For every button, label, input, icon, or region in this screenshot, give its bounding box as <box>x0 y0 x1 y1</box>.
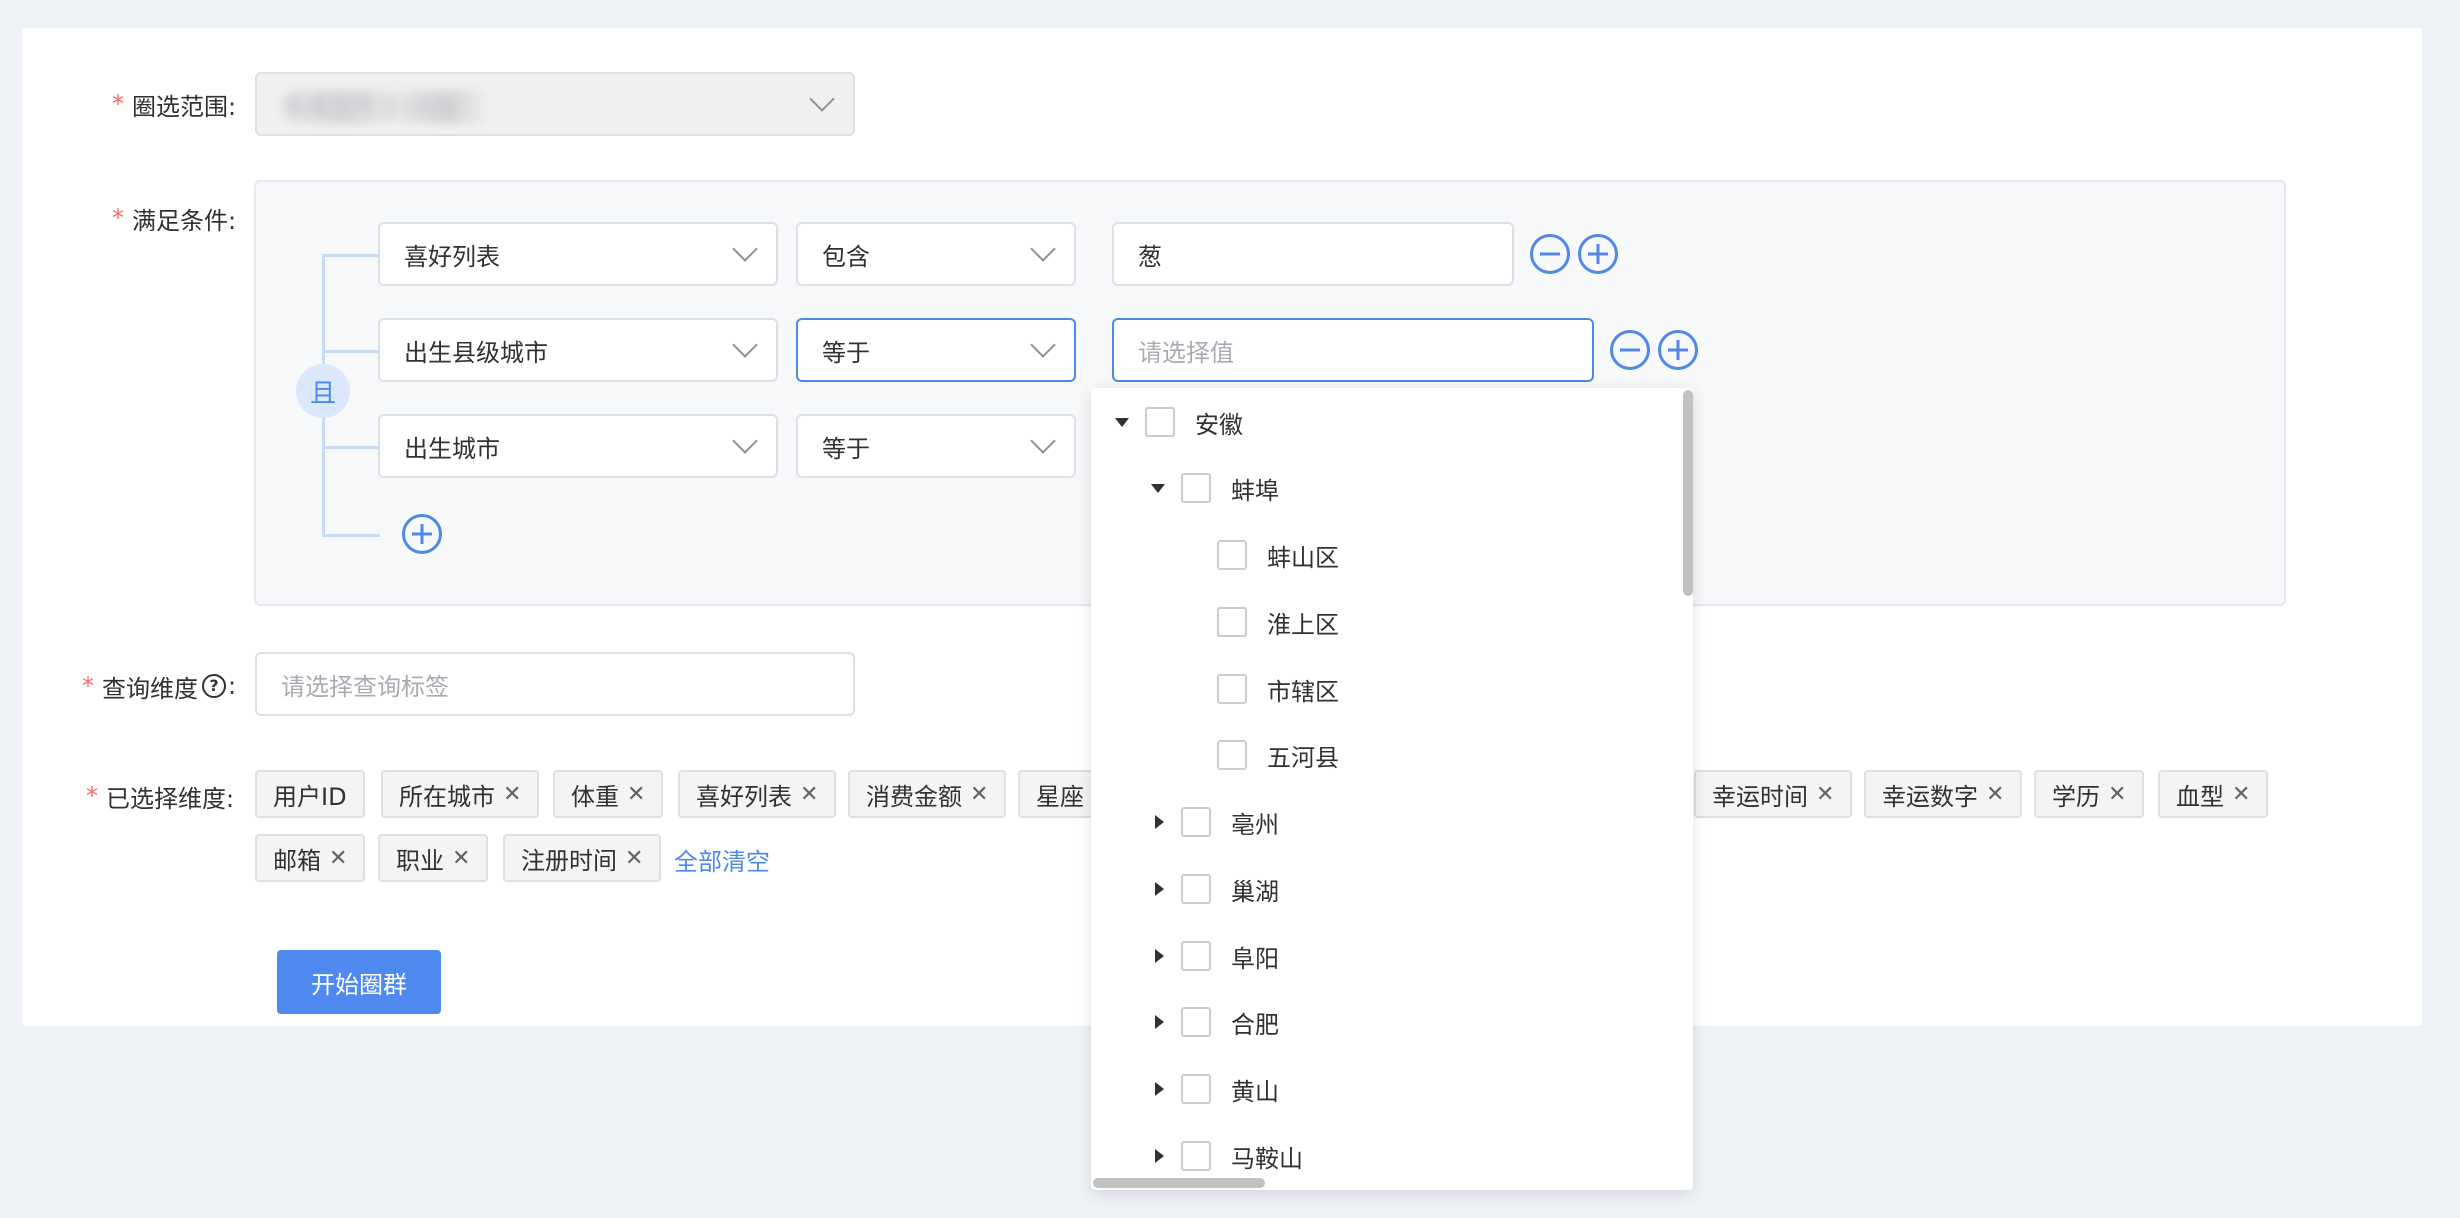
close-icon[interactable]: ✕ <box>2108 782 2126 807</box>
checkbox[interactable] <box>1217 540 1247 570</box>
caret-down-icon[interactable] <box>1147 476 1171 500</box>
scope-select[interactable]: 普通文件 0.OOV <box>255 72 855 136</box>
tree-branch-line <box>322 534 380 537</box>
logic-and-badge[interactable]: 且 <box>296 364 350 418</box>
checkbox[interactable] <box>1217 740 1247 770</box>
tree-node-province[interactable]: 安徽 <box>1111 402 1243 442</box>
vertical-scrollbar[interactable] <box>1683 390 1693 596</box>
condition-field-select[interactable]: 出生城市 <box>378 414 778 478</box>
tree-node-city[interactable]: 合肥 <box>1147 1002 1279 1042</box>
checkbox[interactable] <box>1181 807 1211 837</box>
condition-operator-select[interactable]: 等于 <box>796 414 1076 478</box>
remove-condition-button[interactable] <box>1610 330 1650 370</box>
checkbox[interactable] <box>1181 1141 1211 1171</box>
chevron-down-icon <box>732 236 758 262</box>
condition-operator-select[interactable]: 等于 <box>796 318 1076 382</box>
caret-right-icon[interactable] <box>1147 877 1171 901</box>
chevron-down-icon <box>809 86 835 112</box>
tree-node-city[interactable]: 蚌埠 <box>1147 468 1279 508</box>
dimension-tag: 血型 ✕ <box>2158 770 2269 818</box>
caret-right-icon[interactable] <box>1147 1010 1171 1034</box>
close-icon[interactable]: ✕ <box>970 782 988 807</box>
dimension-tag: 学历 ✕ <box>2034 770 2145 818</box>
query-dimension-select[interactable]: 请选择查询标签 <box>255 652 855 716</box>
question-icon[interactable]: ? <box>202 674 226 698</box>
close-icon[interactable]: ✕ <box>1986 782 2004 807</box>
remove-condition-button[interactable] <box>1530 234 1570 274</box>
chevron-down-icon <box>1030 332 1056 358</box>
checkbox[interactable] <box>1145 407 1175 437</box>
close-icon[interactable]: ✕ <box>503 782 521 807</box>
tree-node-city[interactable]: 巢湖 <box>1147 869 1279 909</box>
chevron-down-icon <box>732 428 758 454</box>
checkbox[interactable] <box>1217 674 1247 704</box>
tree-node-city[interactable]: 阜阳 <box>1147 936 1279 976</box>
close-icon[interactable]: ✕ <box>329 846 347 871</box>
close-icon[interactable]: ✕ <box>627 782 645 807</box>
close-icon[interactable]: ✕ <box>625 846 643 871</box>
tree-branch-line <box>322 446 380 449</box>
condition-value-input[interactable]: 请选择值 <box>1112 318 1594 382</box>
caret-right-icon[interactable] <box>1147 810 1171 834</box>
checkbox[interactable] <box>1181 874 1211 904</box>
condition-field-select[interactable]: 出生县级城市 <box>378 318 778 382</box>
tree-branch-line <box>322 350 380 353</box>
condition-operator-select[interactable]: 包含 <box>796 222 1076 286</box>
close-icon[interactable]: ✕ <box>2232 782 2250 807</box>
dimension-tag: 注册时间 ✕ <box>503 834 662 882</box>
clear-all-link[interactable]: 全部清空 <box>674 842 770 877</box>
add-condition-row-button[interactable] <box>402 514 442 554</box>
add-condition-button[interactable] <box>1578 234 1618 274</box>
selected-dimension-label: * 已选择维度: <box>86 782 235 813</box>
chevron-down-icon <box>732 332 758 358</box>
dimension-tag: 职业 ✕ <box>378 834 489 882</box>
dimension-tag: 用户ID <box>255 770 365 818</box>
tree-node-city[interactable]: 黄山 <box>1147 1069 1279 1109</box>
chevron-down-icon <box>1030 428 1056 454</box>
checkbox[interactable] <box>1181 473 1211 503</box>
tree-node-city[interactable]: 亳州 <box>1147 802 1279 842</box>
scope-label: * 圈选范围: <box>112 90 237 121</box>
dimension-tag: 幸运时间 ✕ <box>1694 770 1853 818</box>
caret-down-icon[interactable] <box>1111 410 1135 434</box>
condition-value-input[interactable]: 葱 <box>1112 222 1514 286</box>
chevron-down-icon <box>1030 236 1056 262</box>
condition-field-select[interactable]: 喜好列表 <box>378 222 778 286</box>
tree-node-district[interactable]: 五河县 <box>1183 735 1339 775</box>
dimension-tag: 消费金额 ✕ <box>848 770 1007 818</box>
close-icon[interactable]: ✕ <box>1816 782 1834 807</box>
dimension-tag: 体重 ✕ <box>553 770 664 818</box>
dimension-tag: 邮箱 ✕ <box>255 834 366 882</box>
close-icon[interactable]: ✕ <box>800 782 818 807</box>
tree-node-district[interactable]: 蚌山区 <box>1183 535 1339 575</box>
caret-right-icon[interactable] <box>1147 1077 1171 1101</box>
tree-node-district[interactable]: 市辖区 <box>1183 669 1339 709</box>
add-condition-button[interactable] <box>1658 330 1698 370</box>
dimension-tag: 喜好列表 ✕ <box>678 770 837 818</box>
tree-node-district[interactable]: 淮上区 <box>1183 602 1339 642</box>
condition-label: * 满足条件: <box>112 204 237 235</box>
checkbox[interactable] <box>1181 1007 1211 1037</box>
checkbox[interactable] <box>1181 1074 1211 1104</box>
close-icon[interactable]: ✕ <box>452 846 470 871</box>
checkbox[interactable] <box>1217 607 1247 637</box>
checkbox[interactable] <box>1181 941 1211 971</box>
horizontal-scrollbar[interactable] <box>1093 1178 1265 1188</box>
tree-branch-line <box>322 254 380 257</box>
tree-node-city[interactable]: 马鞍山 <box>1147 1136 1303 1176</box>
caret-right-icon[interactable] <box>1147 944 1171 968</box>
value-tree-dropdown: 安徽 蚌埠 蚌山区 淮上区 市辖区 五河县 亳州 巢湖 阜阳 合肥 黄山 马鞍山 <box>1091 388 1693 1190</box>
scope-value: 普通文件 0.OOV <box>281 92 462 121</box>
dimension-tag: 所在城市 ✕ <box>381 770 540 818</box>
start-circle-button[interactable]: 开始圈群 <box>277 950 441 1014</box>
query-dimension-label: * 查询维度?: <box>82 672 237 703</box>
dimension-tag: 幸运数字 ✕ <box>1864 770 2023 818</box>
caret-right-icon[interactable] <box>1147 1144 1171 1168</box>
